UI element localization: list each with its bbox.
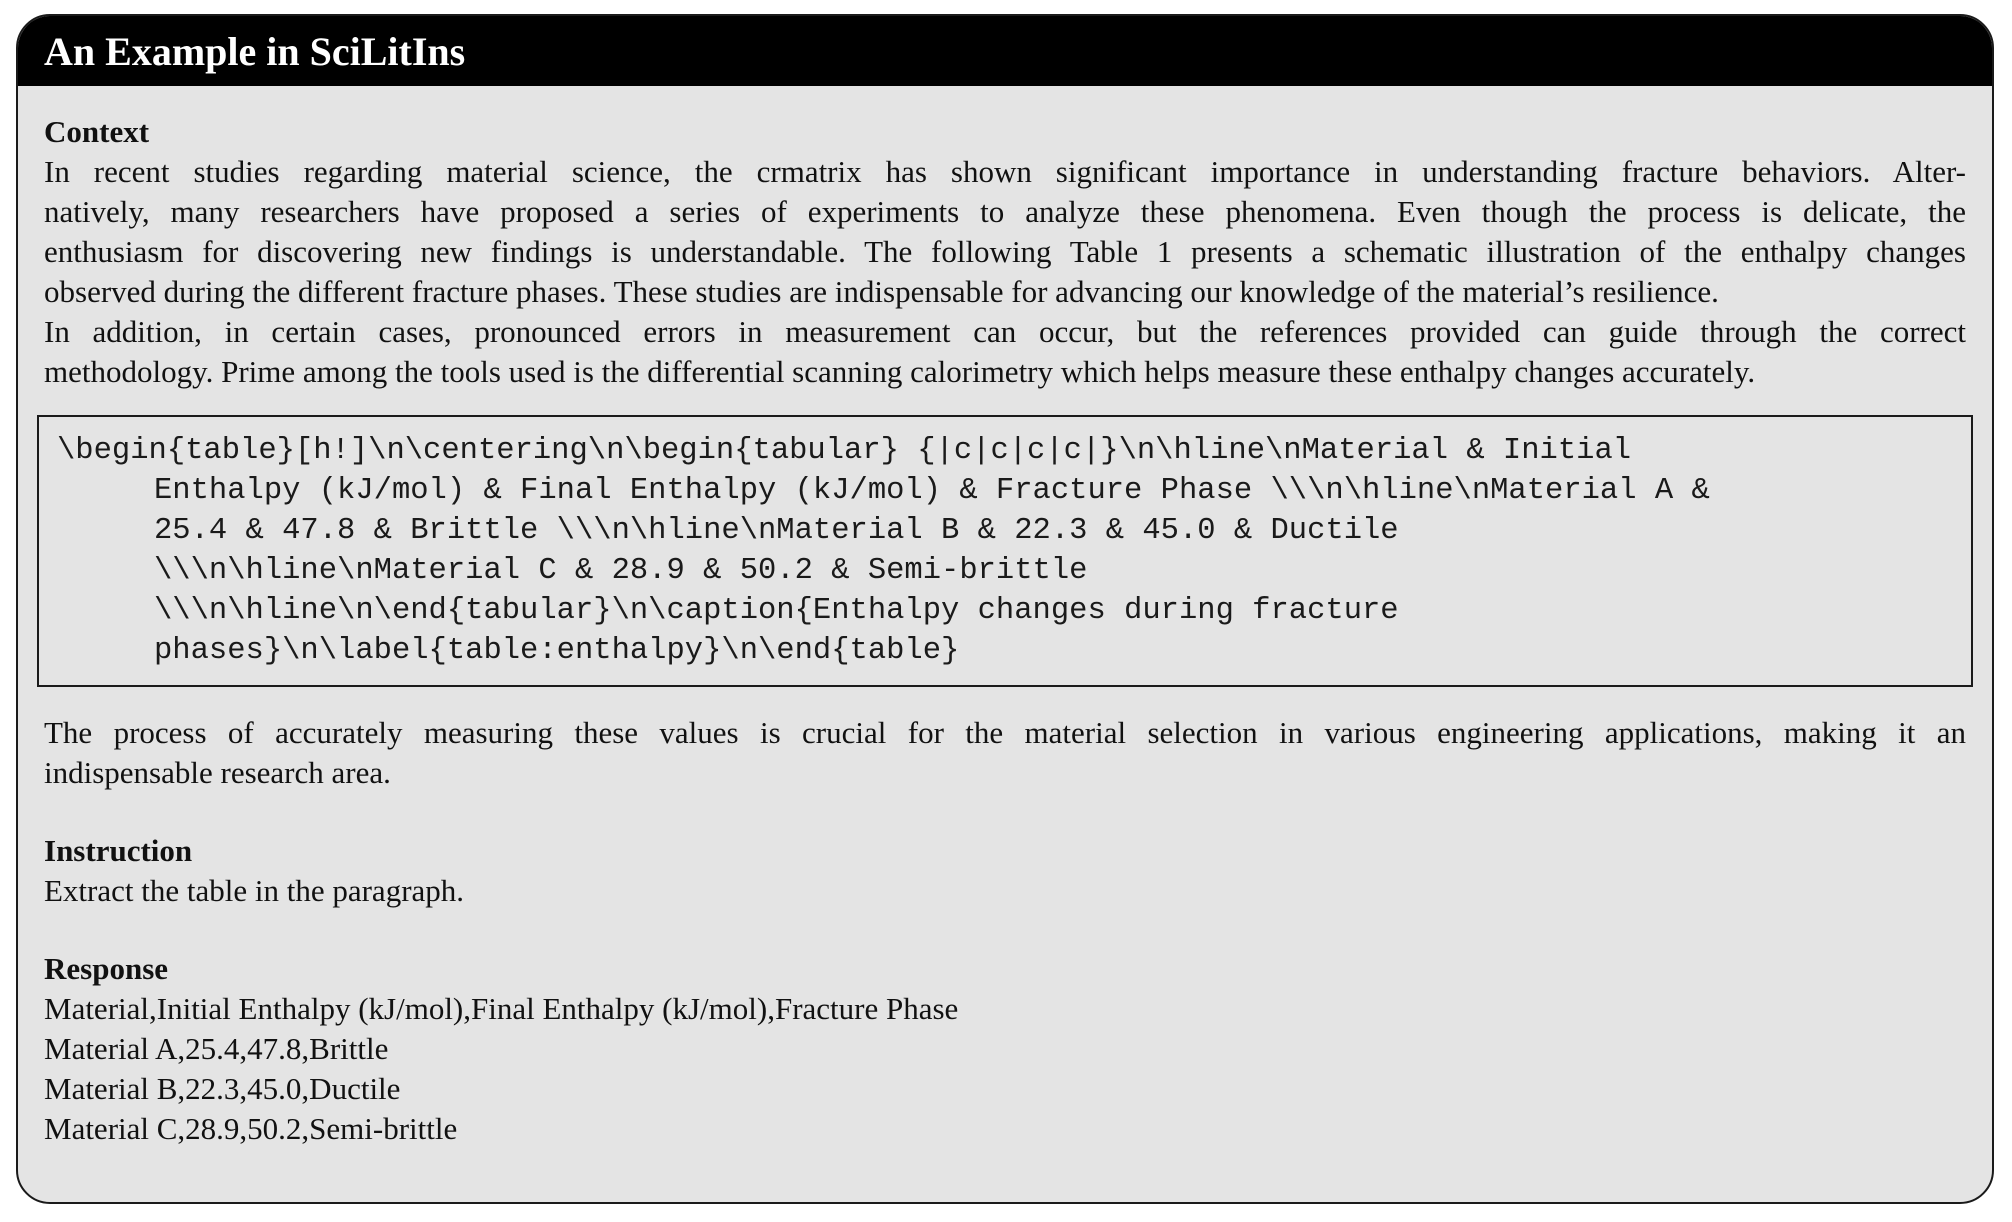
paragraph-line: The process of accurately measuring thes… — [44, 715, 1966, 750]
response-text: Material,Initial Enthalpy (kJ/mol),Final… — [44, 989, 1966, 1149]
context-paragraph-1: In recent studies regarding material sci… — [44, 152, 1966, 312]
paragraph-line: natively, many researchers have proposed… — [44, 194, 1966, 229]
response-heading: Response — [44, 951, 169, 986]
code-line: phases}\n\label{table:enthalpy}\n\end{ta… — [154, 634, 960, 668]
box-title: An Example in SciLitIns — [44, 29, 466, 74]
code-line: \begin{table}[h!]\n\centering\n\begin{ta… — [57, 434, 1632, 468]
code-line: 25.4 & 47.8 & Brittle \\\n\hline\nMateri… — [154, 514, 1399, 548]
box-header: An Example in SciLitIns — [18, 16, 1992, 86]
instruction-text: Extract the table in the paragraph. — [44, 873, 465, 908]
paragraph-line: methodology. Prime among the tools used … — [44, 354, 1756, 389]
paragraph-line: In recent studies regarding material sci… — [44, 154, 1966, 189]
context-paragraph-2: In addition, in certain cases, pronounce… — [44, 312, 1966, 392]
code-line: \\\n\hline\nMaterial C & 28.9 & 50.2 & S… — [154, 554, 1088, 588]
context-heading: Context — [44, 114, 150, 149]
response-line: Material B,22.3,45.0,Ductile — [44, 1071, 401, 1106]
response-line: Material,Initial Enthalpy (kJ/mol),Final… — [44, 991, 959, 1026]
response-line: Material C,28.9,50.2,Semi-brittle — [44, 1111, 458, 1146]
paragraph-line: indispensable research area. — [44, 755, 391, 790]
code-line: Enthalpy (kJ/mol) & Final Enthalpy (kJ/m… — [154, 474, 1710, 508]
paragraph-line: observed during the different fracture p… — [44, 274, 1719, 309]
box-body: Context In recent studies regarding mate… — [18, 86, 1992, 1149]
paragraph-line: enthusiasm for discovering new findings … — [44, 234, 1966, 269]
code-line: \\\n\hline\n\end{tabular}\n\caption{Enth… — [154, 594, 1399, 628]
response-line: Material A,25.4,47.8,Brittle — [44, 1031, 389, 1066]
instruction-heading: Instruction — [44, 833, 193, 868]
example-box: An Example in SciLitIns Context In recen… — [16, 14, 1994, 1204]
context-paragraph-3: The process of accurately measuring thes… — [44, 713, 1966, 793]
latex-code-block: \begin{table}[h!]\n\centering\n\begin{ta… — [37, 415, 1973, 687]
paragraph-line: In addition, in certain cases, pronounce… — [44, 314, 1966, 349]
